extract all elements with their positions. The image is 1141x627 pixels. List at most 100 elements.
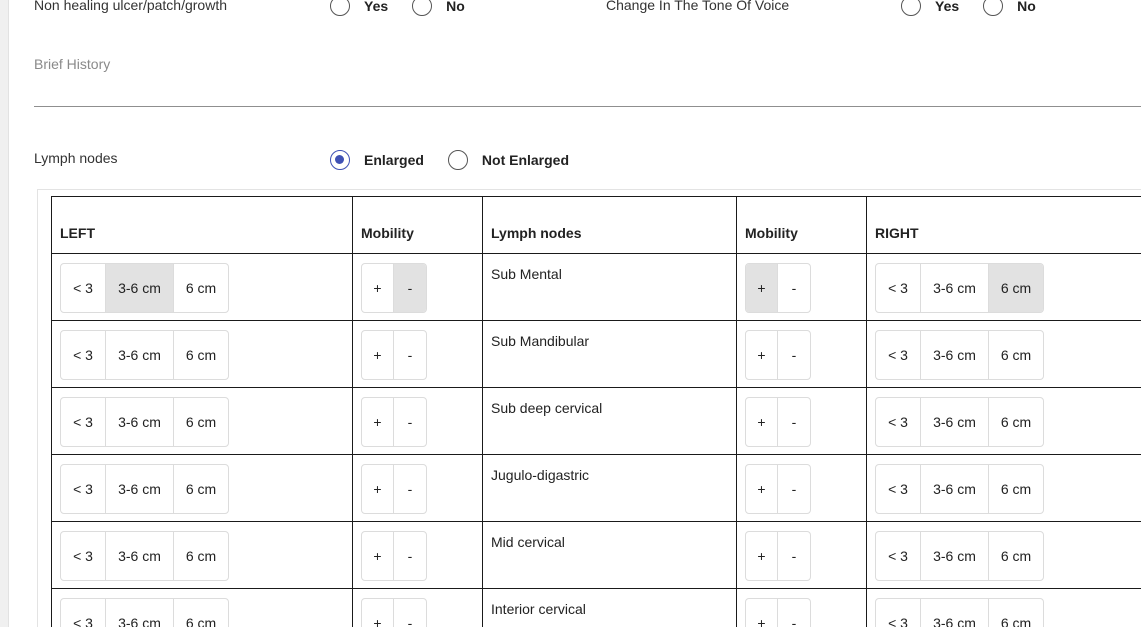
right-size-3-6-button[interactable]: 3-6 cm xyxy=(921,398,989,446)
right-mobility-toggle: + - xyxy=(745,397,811,447)
radio-checked-icon[interactable] xyxy=(330,150,350,170)
right-mobility-toggle: + - xyxy=(745,263,811,313)
right-size-3-6-button[interactable]: 3-6 cm xyxy=(921,264,989,312)
left-size-3-6-button[interactable]: 3-6 cm xyxy=(106,398,174,446)
lymph-nodes-label: Lymph nodes xyxy=(34,150,118,166)
left-size-3-6-button[interactable]: 3-6 cm xyxy=(106,264,174,312)
left-mobility-plus-button[interactable]: + xyxy=(362,599,394,627)
header-right: RIGHT xyxy=(866,196,1141,254)
right-size-6-button[interactable]: 6 cm xyxy=(989,398,1043,446)
left-size-toggle: < 3 3-6 cm 6 cm xyxy=(60,263,229,313)
right-size-lt3-button[interactable]: < 3 xyxy=(876,331,921,379)
right-size-6-button[interactable]: 6 cm xyxy=(989,331,1043,379)
right-size-cell: < 3 3-6 cm 6 cm xyxy=(866,521,1141,589)
right-size-6-button[interactable]: 6 cm xyxy=(989,465,1043,513)
right-size-3-6-button[interactable]: 3-6 cm xyxy=(921,465,989,513)
right-mobility-plus-button[interactable]: + xyxy=(746,465,778,513)
radio-circle-icon[interactable] xyxy=(983,0,1004,16)
header-left-mobility: Mobility xyxy=(352,196,483,254)
left-size-6-button[interactable]: 6 cm xyxy=(174,465,228,513)
right-mobility-minus-button[interactable]: - xyxy=(778,398,810,446)
right-size-toggle: < 3 3-6 cm 6 cm xyxy=(875,330,1044,380)
left-size-3-6-button[interactable]: 3-6 cm xyxy=(106,532,174,580)
left-mobility-plus-button[interactable]: + xyxy=(362,398,394,446)
left-mobility-minus-button[interactable]: - xyxy=(394,465,426,513)
left-mobility-cell: + - xyxy=(352,454,483,522)
right-size-lt3-button[interactable]: < 3 xyxy=(876,264,921,312)
left-size-cell: < 3 3-6 cm 6 cm xyxy=(51,454,353,522)
right-size-lt3-button[interactable]: < 3 xyxy=(876,599,921,627)
right-size-6-button[interactable]: 6 cm xyxy=(989,264,1043,312)
left-size-cell: < 3 3-6 cm 6 cm xyxy=(51,521,353,589)
right-mobility-toggle: + - xyxy=(745,531,811,581)
right-mobility-minus-button[interactable]: - xyxy=(778,331,810,379)
right-mobility-plus-button[interactable]: + xyxy=(746,532,778,580)
left-size-lt3-button[interactable]: < 3 xyxy=(61,264,106,312)
left-mobility-minus-button[interactable]: - xyxy=(394,398,426,446)
right-mobility-cell: + - xyxy=(736,320,867,388)
left-mobility-plus-button[interactable]: + xyxy=(362,532,394,580)
left-size-lt3-button[interactable]: < 3 xyxy=(61,599,106,627)
right-size-3-6-button[interactable]: 3-6 cm xyxy=(921,599,989,627)
voice-no-option[interactable]: No xyxy=(983,0,1036,16)
right-size-toggle: < 3 3-6 cm 6 cm xyxy=(875,531,1044,581)
radio-circle-icon[interactable] xyxy=(412,0,433,16)
left-size-3-6-button[interactable]: 3-6 cm xyxy=(106,331,174,379)
right-mobility-plus-button[interactable]: + xyxy=(746,398,778,446)
radio-circle-icon[interactable] xyxy=(901,0,921,16)
enlarged-option[interactable]: Enlarged xyxy=(330,150,424,170)
voice-yes-option[interactable]: Yes xyxy=(901,0,959,16)
lymph-node-name: Jugulo-digastric xyxy=(482,454,737,522)
lymph-table-body: < 3 3-6 cm 6 cm + - Sub Mental + - < 3 3-6 cm 6 cm… xyxy=(51,253,1141,627)
left-mobility-plus-button[interactable]: + xyxy=(362,331,394,379)
right-size-3-6-button[interactable]: 3-6 cm xyxy=(921,532,989,580)
right-mobility-plus-button[interactable]: + xyxy=(746,599,778,627)
left-size-3-6-button[interactable]: 3-6 cm xyxy=(106,599,174,627)
left-size-lt3-button[interactable]: < 3 xyxy=(61,532,106,580)
left-size-6-button[interactable]: 6 cm xyxy=(174,532,228,580)
left-size-lt3-button[interactable]: < 3 xyxy=(61,331,106,379)
right-mobility-plus-button[interactable]: + xyxy=(746,331,778,379)
left-mobility-minus-button[interactable]: - xyxy=(394,599,426,627)
right-mobility-toggle: + - xyxy=(745,598,811,627)
left-mobility-plus-button[interactable]: + xyxy=(362,465,394,513)
right-mobility-minus-button[interactable]: - xyxy=(778,465,810,513)
left-mobility-minus-button[interactable]: - xyxy=(394,532,426,580)
right-size-3-6-button[interactable]: 3-6 cm xyxy=(921,331,989,379)
right-size-lt3-button[interactable]: < 3 xyxy=(876,532,921,580)
radio-circle-icon[interactable] xyxy=(447,150,468,170)
left-size-toggle: < 3 3-6 cm 6 cm xyxy=(60,397,229,447)
right-size-lt3-button[interactable]: < 3 xyxy=(876,465,921,513)
ulcer-no-option[interactable]: No xyxy=(412,0,465,16)
right-mobility-cell: + - xyxy=(736,253,867,321)
right-mobility-minus-button[interactable]: - xyxy=(778,599,810,627)
left-mobility-minus-button[interactable]: - xyxy=(394,331,426,379)
question-voice-label: Change In The Tone Of Voice xyxy=(606,0,790,13)
right-size-lt3-button[interactable]: < 3 xyxy=(876,398,921,446)
left-size-lt3-button[interactable]: < 3 xyxy=(61,465,106,513)
left-size-lt3-button[interactable]: < 3 xyxy=(61,398,106,446)
right-size-6-button[interactable]: 6 cm xyxy=(989,532,1043,580)
right-mobility-toggle: + - xyxy=(745,330,811,380)
left-size-6-button[interactable]: 6 cm xyxy=(174,264,228,312)
brief-history-label: Brief History xyxy=(34,56,111,72)
ulcer-yes-option[interactable]: Yes xyxy=(330,0,388,16)
not-enlarged-option[interactable]: Not Enlarged xyxy=(447,150,569,170)
radio-circle-icon[interactable] xyxy=(330,0,350,16)
right-mobility-minus-button[interactable]: - xyxy=(778,532,810,580)
lymph-nodes-radio-group: Enlarged Not Enlarged xyxy=(330,150,593,170)
right-mobility-plus-button[interactable]: + xyxy=(746,264,778,312)
right-size-toggle: < 3 3-6 cm 6 cm xyxy=(875,598,1044,627)
brief-history-input[interactable] xyxy=(34,80,1141,107)
voice-radio-group: Yes No xyxy=(901,0,1060,16)
left-size-6-button[interactable]: 6 cm xyxy=(174,599,228,627)
right-mobility-minus-button[interactable]: - xyxy=(778,264,810,312)
left-mobility-minus-button[interactable]: - xyxy=(394,264,426,312)
left-size-6-button[interactable]: 6 cm xyxy=(174,398,228,446)
left-mobility-plus-button[interactable]: + xyxy=(362,264,394,312)
left-size-6-button[interactable]: 6 cm xyxy=(174,331,228,379)
table-row: < 3 3-6 cm 6 cm + - Mid cervical + - < 3 3-6 cm 6 … xyxy=(51,521,1141,589)
right-size-6-button[interactable]: 6 cm xyxy=(989,599,1043,627)
left-size-3-6-button[interactable]: 3-6 cm xyxy=(106,465,174,513)
lymph-node-name: Sub Mandibular xyxy=(482,320,737,388)
